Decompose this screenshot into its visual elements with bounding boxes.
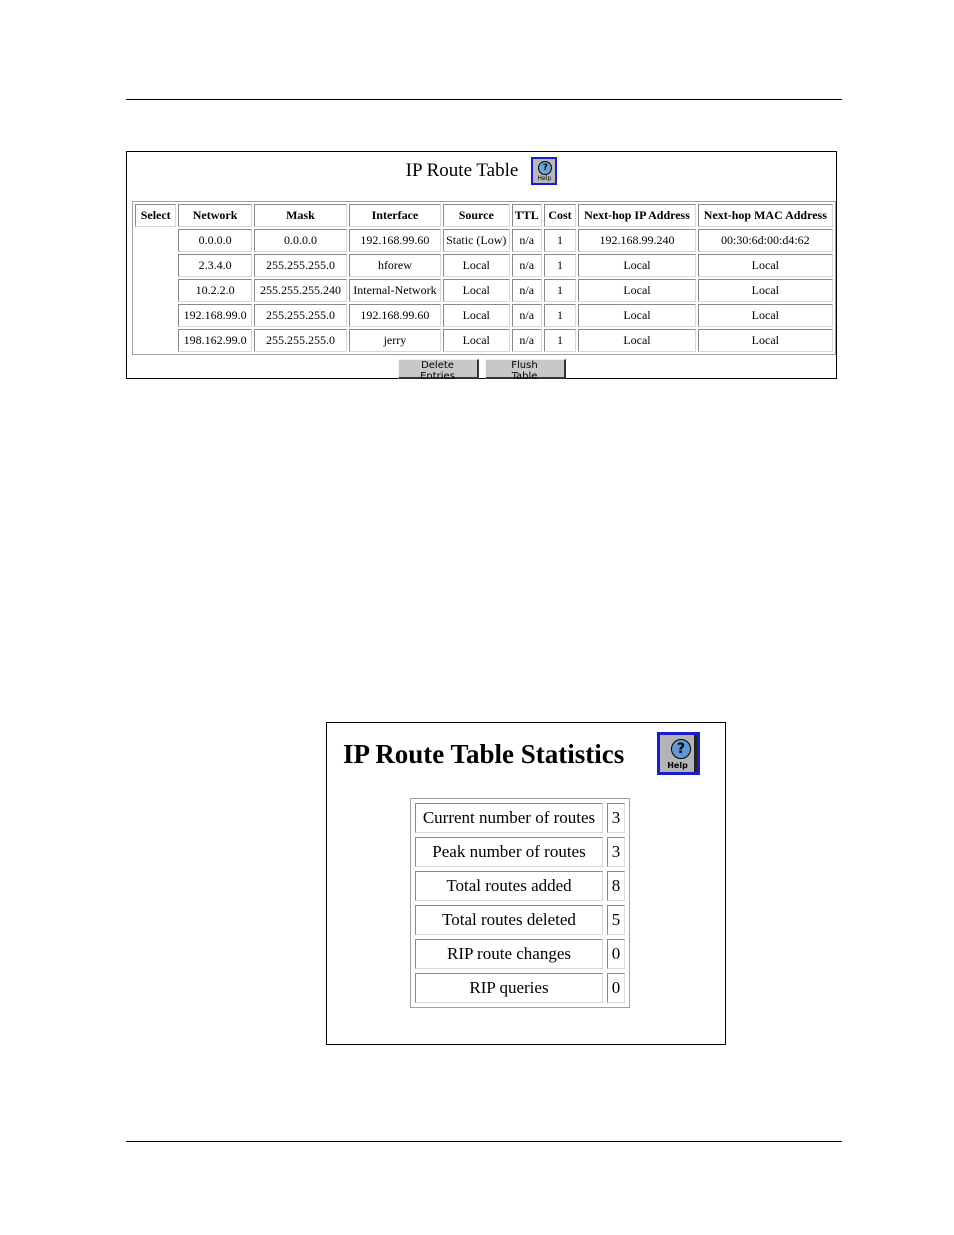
- source-cell: Local: [442, 329, 510, 352]
- column-header-nexthop-mac: Next-hop MAC Address: [697, 204, 833, 227]
- stats-table: Current number of routes 3 Peak number o…: [410, 798, 630, 1008]
- select-cell[interactable]: [135, 329, 176, 352]
- interface-cell: 192.168.99.60: [349, 229, 441, 252]
- table-row: 10.2.2.0 255.255.255.240 Internal-Networ…: [135, 279, 833, 302]
- column-header-network: Network: [178, 204, 252, 227]
- source-cell: Local: [442, 254, 510, 277]
- table-row: 2.3.4.0 255.255.255.0 hforew Local n/a 1…: [135, 254, 833, 277]
- mask-cell: 255.255.255.240: [253, 279, 348, 302]
- flush-table-button[interactable]: Flush Table: [484, 359, 566, 382]
- select-cell[interactable]: [135, 304, 176, 327]
- stat-label: Peak number of routes: [415, 837, 603, 867]
- interface-cell: hforew: [349, 254, 441, 277]
- stats-row: Total routes added 8: [415, 871, 625, 901]
- ttl-cell: n/a: [511, 279, 542, 302]
- stats-row: RIP route changes 0: [415, 939, 625, 969]
- nexthop-mac-cell: Local: [697, 279, 833, 302]
- ip-route-table-statistics-panel: IP Route Table Statistics ? Help Current…: [326, 722, 726, 1045]
- stat-value: 8: [607, 871, 625, 901]
- mask-cell: 255.255.255.0: [253, 254, 348, 277]
- network-cell: 0.0.0.0: [178, 229, 252, 252]
- header-rule: [126, 99, 842, 100]
- route-table-title-row: IP Route Table ? Help: [127, 156, 836, 186]
- stat-label: Current number of routes: [415, 803, 603, 833]
- help-label: Help: [537, 175, 552, 182]
- stats-help-button[interactable]: ? Help: [657, 732, 700, 775]
- network-cell: 2.3.4.0: [178, 254, 252, 277]
- nexthop-ip-cell: 192.168.99.240: [578, 229, 696, 252]
- table-row: 0.0.0.0 0.0.0.0 192.168.99.60 Static (Lo…: [135, 229, 833, 252]
- stat-value: 5: [607, 905, 625, 935]
- column-header-cost: Cost: [543, 204, 577, 227]
- column-header-nexthop-ip: Next-hop IP Address: [578, 204, 696, 227]
- nexthop-ip-cell: Local: [578, 304, 696, 327]
- interface-cell: 192.168.99.60: [349, 304, 441, 327]
- ttl-cell: n/a: [511, 304, 542, 327]
- cost-cell: 1: [543, 304, 577, 327]
- cost-cell: 1: [543, 279, 577, 302]
- cost-cell: 1: [543, 254, 577, 277]
- stat-value: 0: [607, 939, 625, 969]
- select-cell[interactable]: [135, 254, 176, 277]
- footer-rule: [126, 1141, 842, 1142]
- table-row: 198.162.99.0 255.255.255.0 jerry Local n…: [135, 329, 833, 352]
- select-cell[interactable]: [135, 229, 176, 252]
- nexthop-ip-cell: Local: [578, 254, 696, 277]
- network-cell: 10.2.2.0: [178, 279, 252, 302]
- source-cell: Local: [442, 279, 510, 302]
- column-header-source: Source: [442, 204, 510, 227]
- source-cell: Local: [442, 304, 510, 327]
- stats-title: IP Route Table Statistics: [343, 739, 625, 769]
- stat-label: Total routes added: [415, 871, 603, 901]
- select-cell[interactable]: [135, 279, 176, 302]
- route-table-actions: Delete Entries Flush Table: [127, 359, 836, 382]
- mask-cell: 255.255.255.0: [253, 304, 348, 327]
- stat-value: 3: [607, 837, 625, 867]
- delete-entries-button[interactable]: Delete Entries: [397, 359, 479, 382]
- cost-cell: 1: [543, 229, 577, 252]
- ttl-cell: n/a: [511, 229, 542, 252]
- stats-row: Peak number of routes 3: [415, 837, 625, 867]
- interface-cell: Internal-Network: [349, 279, 441, 302]
- help-label: Help: [667, 761, 688, 770]
- nexthop-mac-cell: Local: [697, 254, 833, 277]
- network-cell: 192.168.99.0: [178, 304, 252, 327]
- cost-cell: 1: [543, 329, 577, 352]
- column-header-select: Select: [135, 204, 177, 227]
- table-header-row: Select Network Mask Interface Source TTL…: [135, 204, 833, 227]
- route-table-title: IP Route Table: [405, 160, 519, 181]
- column-header-mask: Mask: [253, 204, 348, 227]
- stats-row: RIP queries 0: [415, 973, 625, 1003]
- stats-row: Current number of routes 3: [415, 803, 625, 833]
- help-question-icon: ?: [538, 161, 553, 175]
- route-table: Select Network Mask Interface Source TTL…: [132, 201, 836, 355]
- ttl-cell: n/a: [511, 329, 542, 352]
- ip-route-table-panel: IP Route Table ? Help Select Network Mas…: [126, 151, 837, 382]
- source-cell: Static (Low): [442, 229, 510, 252]
- stat-label: Total routes deleted: [415, 905, 603, 935]
- nexthop-mac-cell: Local: [697, 329, 833, 352]
- stats-row: Total routes deleted 5: [415, 905, 625, 935]
- nexthop-mac-cell: 00:30:6d:00:d4:62: [697, 229, 833, 252]
- nexthop-ip-cell: Local: [578, 279, 696, 302]
- nexthop-mac-cell: Local: [697, 304, 833, 327]
- mask-cell: 0.0.0.0: [253, 229, 348, 252]
- help-question-icon: ?: [671, 739, 691, 759]
- stat-value: 0: [607, 973, 625, 1003]
- help-button[interactable]: ? Help: [531, 157, 558, 185]
- stat-label: RIP route changes: [415, 939, 603, 969]
- ttl-cell: n/a: [511, 254, 542, 277]
- network-cell: 198.162.99.0: [178, 329, 252, 352]
- column-header-ttl: TTL: [511, 204, 542, 227]
- stat-value: 3: [607, 803, 625, 833]
- interface-cell: jerry: [349, 329, 441, 352]
- mask-cell: 255.255.255.0: [253, 329, 348, 352]
- column-header-interface: Interface: [349, 204, 441, 227]
- stat-label: RIP queries: [415, 973, 603, 1003]
- table-row: 192.168.99.0 255.255.255.0 192.168.99.60…: [135, 304, 833, 327]
- nexthop-ip-cell: Local: [578, 329, 696, 352]
